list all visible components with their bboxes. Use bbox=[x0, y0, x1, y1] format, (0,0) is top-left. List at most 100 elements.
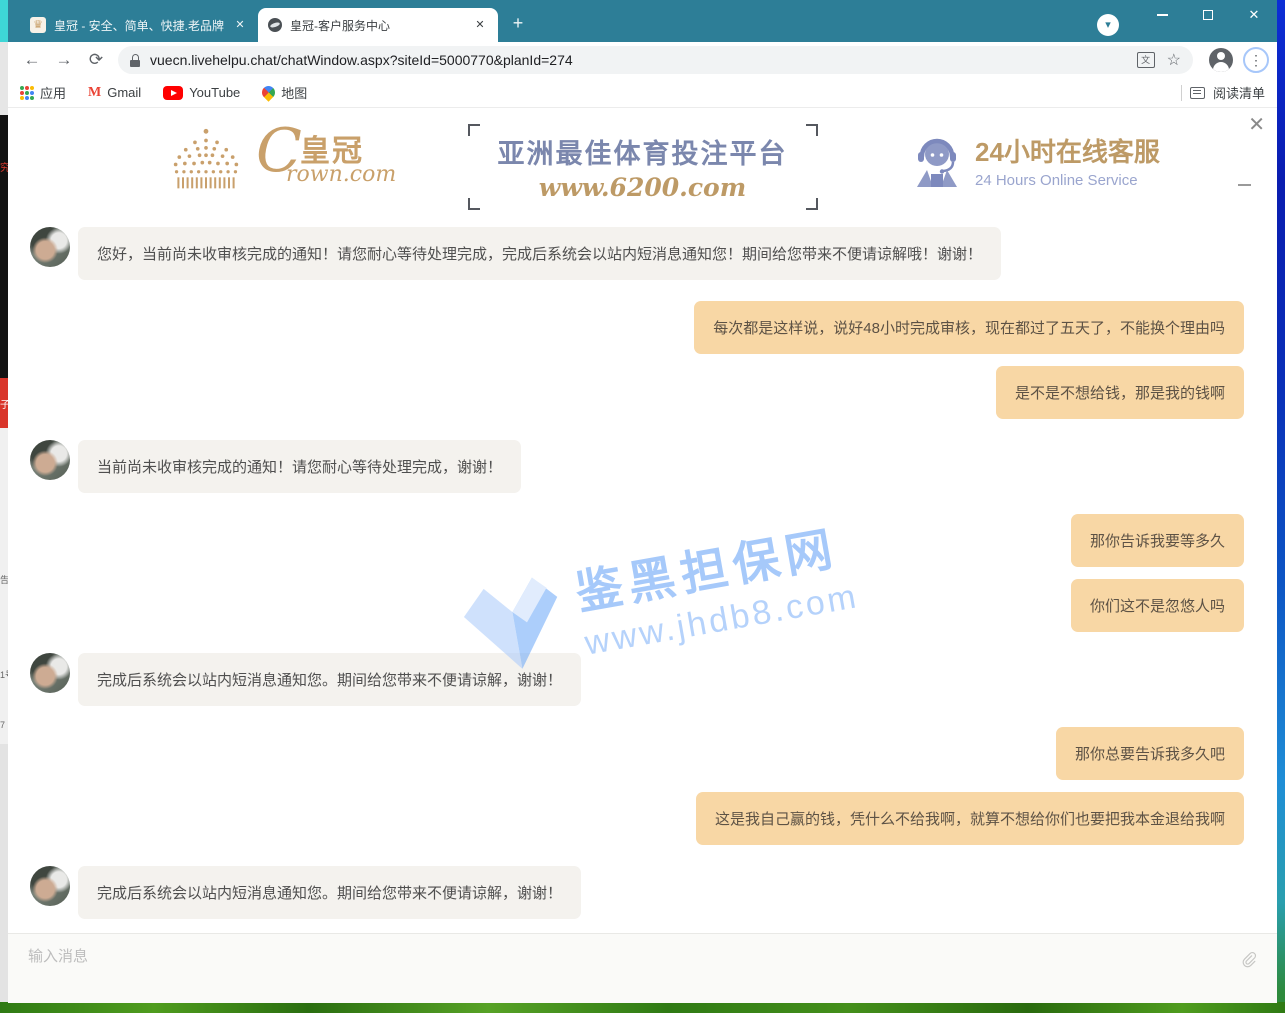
lock-icon bbox=[130, 54, 140, 67]
tab-crown-home[interactable]: ♛ 皇冠 - 安全、简单、快捷.老品牌 ✕ bbox=[20, 8, 258, 42]
bracket-corner bbox=[806, 124, 818, 136]
bookmarks-bar: 应用 M Gmail YouTube 地图 阅读清单 bbox=[8, 78, 1277, 108]
translate-icon[interactable]: 文 bbox=[1137, 52, 1155, 68]
bookmark-maps[interactable]: 地图 bbox=[262, 83, 307, 102]
service-24h: 24小时在线客服 24 Hours Online Service bbox=[911, 132, 1160, 189]
forward-button[interactable]: → bbox=[50, 46, 78, 74]
user-message-bubble: 这是我自己赢的钱，凭什么不给我啊，就算不想给你们也要把我本金退给我啊 bbox=[696, 792, 1244, 845]
bookmark-label: Gmail bbox=[107, 85, 141, 100]
agent-avatar bbox=[30, 653, 70, 693]
browser-menu-icon[interactable]: ⋮ bbox=[1243, 47, 1269, 73]
chat-message-row: 您好，当前尚未收审核完成的通知！请您耐心等待处理完成，完成后系统会以站内短消息通… bbox=[30, 227, 1244, 280]
background-window-sliver: 究 子 告 1号 7 bbox=[0, 0, 8, 1003]
address-bar[interactable]: vuecn.livehelpu.chat/chatWindow.aspx?sit… bbox=[118, 46, 1193, 74]
download-indicator-icon[interactable]: ▾ bbox=[1097, 14, 1119, 36]
chat-area[interactable]: 鉴黑担保网 www.jhdb8.com 您好，当前尚未收审核完成的通知！请您耐心… bbox=[8, 211, 1277, 933]
bookmark-youtube[interactable]: YouTube bbox=[163, 85, 240, 100]
agent-avatar bbox=[30, 440, 70, 480]
crown-logo: C 皇冠 rown.com bbox=[160, 122, 406, 194]
page-close-icon[interactable]: ✕ bbox=[1248, 112, 1265, 137]
edge-segment-red: 子 bbox=[0, 378, 8, 428]
edge-segment-black: 究 bbox=[0, 115, 8, 378]
crown-wordmark: C 皇冠 rown.com bbox=[256, 122, 406, 194]
agent-message-bubble: 完成后系统会以站内短消息通知您。期间给您带来不便请谅解，谢谢！ bbox=[78, 653, 581, 706]
user-message-bubble: 那你总要告诉我多久吧 bbox=[1056, 727, 1244, 780]
browser-titlebar: ♛ 皇冠 - 安全、简单、快捷.老品牌 ✕ 皇冠-客户服务中心 ✕ + ▾ ✕ bbox=[8, 0, 1277, 42]
chat-message-row: 完成后系统会以站内短消息通知您。期间给您带来不便请谅解，谢谢！ bbox=[30, 866, 1244, 919]
service-text: 24小时在线客服 24 Hours Online Service bbox=[975, 132, 1160, 189]
gmail-icon: M bbox=[88, 85, 101, 101]
bookmark-label: 应用 bbox=[40, 83, 66, 102]
tab-close-icon[interactable]: ✕ bbox=[472, 17, 488, 33]
edge-segment-gray bbox=[0, 42, 8, 115]
maps-pin-icon bbox=[260, 83, 278, 101]
user-message-bubble: 是不是不想给钱，那是我的钱啊 bbox=[996, 366, 1244, 419]
edge-segment-panel: 告 1号 7 bbox=[0, 428, 8, 744]
maximize-icon bbox=[1203, 10, 1213, 20]
desktop-wallpaper-strip bbox=[1277, 0, 1285, 1003]
separator bbox=[1181, 85, 1182, 101]
bracket-corner bbox=[468, 124, 480, 136]
reload-button[interactable]: ⟳ bbox=[82, 46, 110, 74]
chat-message-row: 你们这不是忽悠人吗 bbox=[30, 579, 1244, 632]
back-button[interactable]: ← bbox=[18, 46, 46, 74]
browser-toolbar: ← → ⟳ vuecn.livehelpu.chat/chatWindow.as… bbox=[8, 42, 1277, 78]
chat-message-row: 每次都是这样说，说好48小时完成审核，现在都过了五天了，不能换个理由吗 bbox=[30, 301, 1244, 354]
banner-url: www.6200.com bbox=[498, 173, 788, 202]
agent-message-bubble: 完成后系统会以站内短消息通知您。期间给您带来不便请谅解，谢谢！ bbox=[78, 866, 581, 919]
globe-favicon-icon bbox=[268, 18, 282, 32]
apps-grid-icon bbox=[20, 86, 34, 100]
chat-message-row: 是不是不想给钱，那是我的钱啊 bbox=[30, 366, 1244, 419]
agent-avatar bbox=[30, 866, 70, 906]
youtube-icon bbox=[163, 86, 183, 100]
close-window-button[interactable]: ✕ bbox=[1231, 0, 1277, 30]
reading-list-label: 阅读清单 bbox=[1213, 83, 1265, 102]
tab-strip: ♛ 皇冠 - 安全、简单、快捷.老品牌 ✕ 皇冠-客户服务中心 ✕ + bbox=[8, 0, 532, 42]
edge-text-fragment: 1号 bbox=[0, 668, 8, 681]
reading-list[interactable]: 阅读清单 bbox=[1181, 83, 1265, 102]
attachment-paperclip-icon[interactable] bbox=[1239, 950, 1259, 970]
bookmark-gmail[interactable]: M Gmail bbox=[88, 85, 141, 101]
chat-message-row: 完成后系统会以站内短消息通知您。期间给您带来不便请谅解，谢谢！ bbox=[30, 653, 1244, 706]
tab-title: 皇冠 - 安全、简单、快捷.老品牌 bbox=[54, 17, 224, 34]
edge-text-fragment: 7 bbox=[0, 720, 8, 730]
maximize-button[interactable] bbox=[1185, 0, 1231, 30]
headset-agent-icon bbox=[911, 134, 963, 188]
profile-avatar-icon[interactable] bbox=[1209, 48, 1233, 72]
agent-message-bubble: 当前尚未收审核完成的通知！请您耐心等待处理完成，谢谢！ bbox=[78, 440, 521, 493]
tab-customer-service[interactable]: 皇冠-客户服务中心 ✕ bbox=[258, 8, 498, 42]
bracket-corner bbox=[806, 198, 818, 210]
crown-favicon-icon: ♛ bbox=[30, 17, 46, 33]
user-message-bubble: 那你告诉我要等多久 bbox=[1071, 514, 1244, 567]
desktop-grass-strip bbox=[0, 1002, 1285, 1013]
url-text[interactable]: vuecn.livehelpu.chat/chatWindow.aspx?sit… bbox=[150, 52, 1137, 68]
edge-segment-cyan bbox=[0, 0, 8, 42]
chat-message-row: 那你总要告诉我多久吧 bbox=[30, 727, 1244, 780]
agent-avatar bbox=[30, 227, 70, 267]
chat-page: ✕ C bbox=[8, 108, 1277, 1003]
reading-list-icon bbox=[1190, 87, 1205, 99]
user-message-bubble: 每次都是这样说，说好48小时完成审核，现在都过了五天了，不能换个理由吗 bbox=[694, 301, 1244, 354]
bracket-corner bbox=[468, 198, 480, 210]
edge-text-fragment: 究 bbox=[0, 159, 8, 174]
bookmark-label: YouTube bbox=[189, 85, 240, 100]
user-message-bubble: 你们这不是忽悠人吗 bbox=[1071, 579, 1244, 632]
minimize-button[interactable] bbox=[1139, 0, 1185, 30]
edge-text-fragment: 子 bbox=[0, 396, 8, 411]
logo-english: rown.com bbox=[286, 162, 396, 187]
edge-text-fragment: 告 bbox=[0, 573, 8, 586]
chat-message-row: 当前尚未收审核完成的通知！请您耐心等待处理完成，谢谢！ bbox=[30, 440, 1244, 493]
browser-window: ♛ 皇冠 - 安全、简单、快捷.老品牌 ✕ 皇冠-客户服务中心 ✕ + ▾ ✕ … bbox=[8, 0, 1277, 1003]
chat-message-row: 那你告诉我要等多久 bbox=[30, 514, 1244, 567]
bookmark-label: 地图 bbox=[281, 83, 307, 102]
message-input[interactable] bbox=[28, 948, 1239, 965]
crown-dots-icon bbox=[160, 122, 252, 194]
bookmark-apps[interactable]: 应用 bbox=[20, 83, 66, 102]
new-tab-button[interactable]: + bbox=[504, 9, 532, 37]
bookmark-star-icon[interactable]: ☆ bbox=[1167, 50, 1181, 70]
service-title-en: 24 Hours Online Service bbox=[975, 172, 1160, 189]
banner-slogan: 亚洲最佳体育投注平台 bbox=[498, 132, 788, 171]
agent-message-bubble: 您好，当前尚未收审核完成的通知！请您耐心等待处理完成，完成后系统会以站内短消息通… bbox=[78, 227, 1001, 280]
tab-close-icon[interactable]: ✕ bbox=[232, 17, 248, 33]
minimize-icon bbox=[1157, 14, 1168, 16]
